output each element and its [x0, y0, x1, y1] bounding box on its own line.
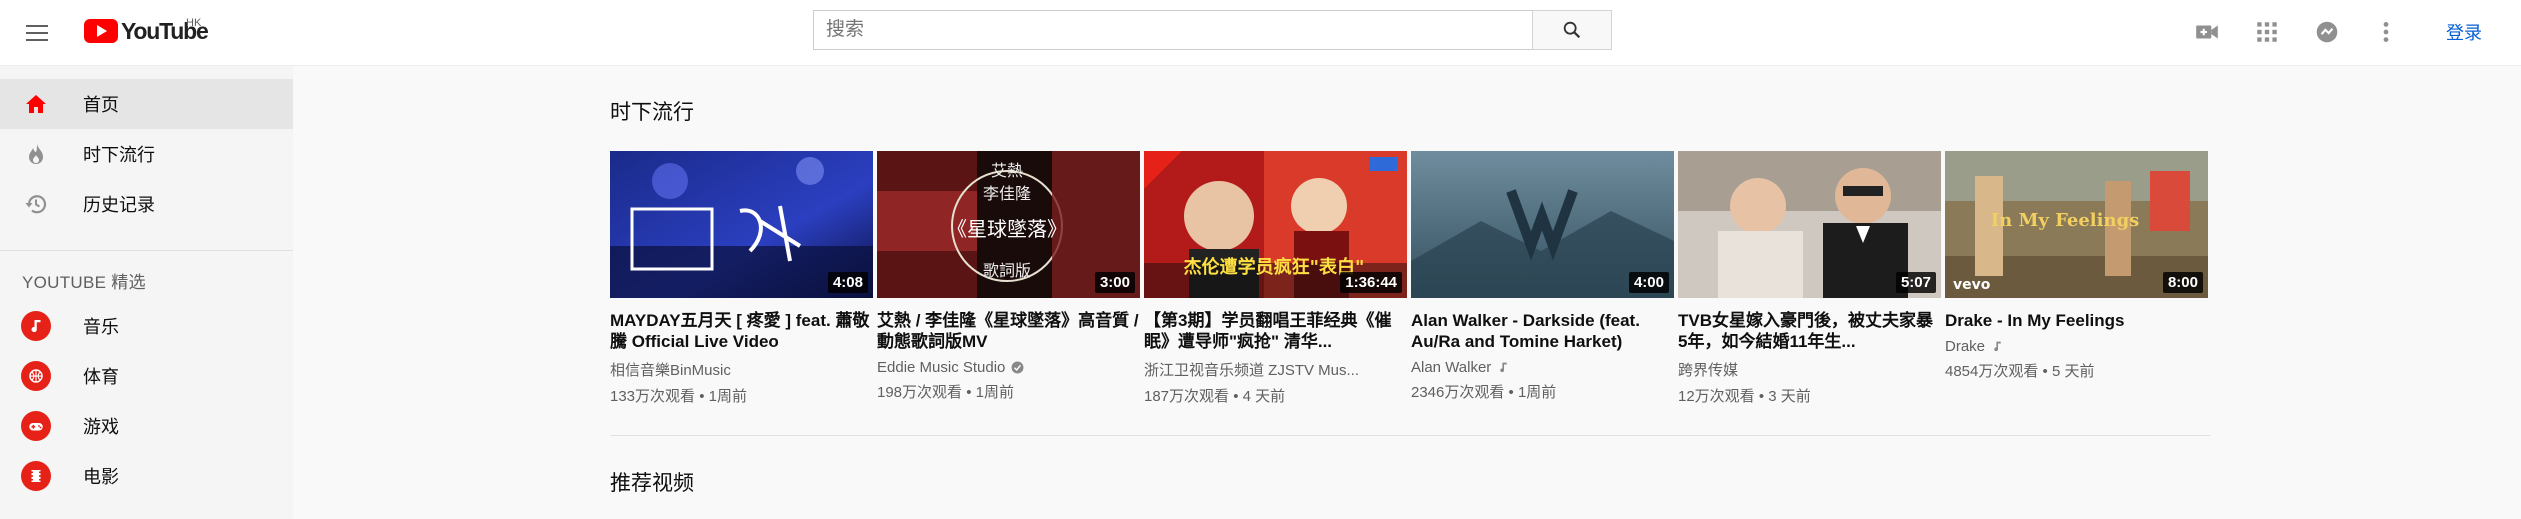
sidebar-divider — [0, 250, 293, 251]
channel-name: Eddie Music Studio — [877, 359, 1006, 376]
video-metadata: 4854万次观看 • 5 天前 — [1945, 363, 2095, 380]
svg-text:In My Feelings: In My Feelings — [1991, 210, 2140, 231]
video-card: 5:07 TVB女星嫁入豪門後，被丈夫家暴5年，如今結婚11年生... 跨界传媒… — [1678, 151, 1941, 406]
video-thumbnail[interactable]: In My Feelings vevo 8:00 — [1945, 151, 2208, 298]
video-card: 4:00 Alan Walker - Darkside (feat. Au/Ra… — [1411, 151, 1674, 402]
video-channel[interactable]: 相信音樂BinMusic — [610, 359, 873, 380]
sidebar-item-trending[interactable]: 时下流行 — [0, 129, 293, 179]
video-channel[interactable]: Eddie Music Studio — [877, 359, 1140, 376]
sidebar-item-history[interactable]: 历史记录 — [0, 179, 293, 229]
video-duration: 5:07 — [1895, 272, 1936, 293]
region-badge: HK — [186, 17, 202, 29]
video-title[interactable]: Alan Walker - Darkside (feat. Au/Ra and … — [1411, 310, 1674, 352]
sidebar-item-movies[interactable]: 电影 — [0, 451, 293, 501]
video-title[interactable]: TVB女星嫁入豪門後，被丈夫家暴5年，如今結婚11年生... — [1678, 310, 1941, 352]
video-duration: 4:00 — [1628, 272, 1669, 293]
guide-sidebar: 首页 时下流行 历史记录 YOUTUBE 精选 音乐 体育 游戏 电影 — [0, 66, 293, 519]
video-channel[interactable]: Drake — [1945, 338, 2208, 355]
video-metadata: 12万次观看 • 3 天前 — [1678, 388, 1811, 405]
video-metadata: 133万次观看 • 1周前 — [610, 388, 747, 405]
home-icon — [24, 92, 48, 116]
video-thumbnail[interactable]: 艾熱 李佳隆 《星球墜落》 歌詞版 3:00 — [877, 151, 1140, 298]
sidebar-item-label: 历史记录 — [83, 195, 155, 215]
video-title[interactable]: Drake - In My Feelings — [1945, 310, 2208, 331]
trending-flame-icon — [24, 142, 48, 166]
svg-text:杰伦遭学员疯狂"表白": 杰伦遭学员疯狂"表白" — [1184, 256, 1365, 278]
svg-text:歌詞版: 歌詞版 — [983, 261, 1031, 280]
sidebar-item-label: 体育 — [83, 367, 119, 387]
sign-in-link[interactable]: 登录 — [2446, 19, 2482, 45]
sidebar-item-label: 首页 — [83, 95, 119, 115]
gaming-icon — [21, 411, 51, 441]
video-card: 艾熱 李佳隆 《星球墜落》 歌詞版 3:00 艾熱 / 李佳隆《星球墜落》高音質… — [877, 151, 1140, 402]
video-channel[interactable]: 跨界传媒 — [1678, 359, 1941, 380]
channel-name: 相信音樂BinMusic — [610, 362, 731, 379]
video-channel[interactable]: Alan Walker — [1411, 359, 1674, 376]
channel-name: Alan Walker — [1411, 359, 1492, 376]
youtube-play-icon — [84, 19, 118, 43]
guide-menu-button[interactable] — [22, 18, 52, 48]
music-note-icon — [1994, 341, 2001, 352]
video-title[interactable]: MAYDAY五月天 [ 疼愛 ] feat. 蕭敬騰 Official Live… — [610, 310, 873, 352]
svg-text:《星球墜落》: 《星球墜落》 — [947, 217, 1067, 241]
video-duration: 3:00 — [1094, 272, 1135, 293]
settings-more-button[interactable] — [2371, 17, 2401, 47]
video-thumbnail[interactable]: 4:00 — [1411, 151, 1674, 298]
video-thumbnail[interactable]: 5:07 — [1678, 151, 1941, 298]
sports-icon — [21, 361, 51, 391]
search-button[interactable] — [1532, 10, 1612, 50]
sidebar-item-gaming[interactable]: 游戏 — [0, 401, 293, 451]
trending-section-title[interactable]: 时下流行 — [610, 96, 694, 126]
channel-name: 跨界传媒 — [1678, 362, 1739, 379]
video-thumbnail[interactable]: 杰伦遭学员疯狂"表白" 1:36:44 — [1144, 151, 1407, 298]
sidebar-item-label: 电影 — [83, 467, 119, 487]
video-card: 4:08 MAYDAY五月天 [ 疼愛 ] feat. 蕭敬騰 Official… — [610, 151, 873, 406]
video-duration: 1:36:44 — [1340, 272, 1402, 293]
sidebar-item-sports[interactable]: 体育 — [0, 351, 293, 401]
video-title[interactable]: 艾熱 / 李佳隆《星球墜落》高音質 / 動態歌詞版MV — [877, 310, 1140, 352]
search-icon — [1563, 21, 1581, 39]
history-icon — [24, 192, 48, 216]
section-divider — [610, 435, 2210, 436]
recommended-section-title[interactable]: 推荐视频 — [610, 467, 694, 497]
sidebar-item-home[interactable]: 首页 — [0, 79, 293, 129]
channel-name: 浙江卫视音乐频道 ZJSTV Mus... — [1144, 362, 1360, 379]
music-note-icon — [1500, 362, 1508, 373]
video-metadata: 2346万次观看 • 1周前 — [1411, 384, 1557, 401]
sidebar-item-label: 音乐 — [83, 317, 119, 337]
chat-bubble-icon — [2316, 21, 2338, 43]
video-title[interactable]: 【第3期】学员翻唱王菲经典《催眠》遭导师"疯抢" 清华... — [1144, 310, 1407, 352]
search-input[interactable] — [813, 10, 1533, 50]
more-vertical-icon — [2383, 22, 2389, 42]
channel-name: Drake — [1945, 338, 1986, 355]
svg-text:vevo: vevo — [1953, 277, 1991, 293]
video-card: 杰伦遭学员疯狂"表白" 1:36:44 【第3期】学员翻唱王菲经典《催眠》遭导师… — [1144, 151, 1407, 406]
svg-text:艾熱: 艾熱 — [991, 161, 1023, 180]
music-icon — [21, 311, 51, 341]
sidebar-section-heading: YOUTUBE 精选 — [22, 273, 146, 292]
apps-button[interactable] — [2252, 17, 2282, 47]
masthead: YouTube HK 登录 — [0, 0, 2521, 66]
sidebar-item-music[interactable]: 音乐 — [0, 301, 293, 351]
video-metadata: 187万次观看 • 4 天前 — [1144, 388, 1286, 405]
video-metadata: 198万次观看 • 1周前 — [877, 384, 1014, 401]
video-channel[interactable]: 浙江卫视音乐频道 ZJSTV Mus... — [1144, 359, 1407, 380]
video-card: In My Feelings vevo 8:00 Drake - In My F… — [1945, 151, 2208, 381]
create-video-button[interactable] — [2192, 17, 2222, 47]
video-thumbnail[interactable]: 4:08 — [610, 151, 873, 298]
movies-icon — [21, 461, 51, 491]
video-duration: 4:08 — [827, 272, 868, 293]
apps-grid-icon — [2257, 22, 2277, 42]
verified-check-icon — [1011, 361, 1024, 374]
video-duration: 8:00 — [2162, 272, 2203, 293]
sidebar-item-label: 游戏 — [83, 417, 119, 437]
sidebar-item-label: 时下流行 — [83, 145, 155, 165]
messages-button[interactable] — [2312, 17, 2342, 47]
video-camera-icon — [2196, 25, 2218, 39]
svg-text:李佳隆: 李佳隆 — [983, 184, 1031, 203]
